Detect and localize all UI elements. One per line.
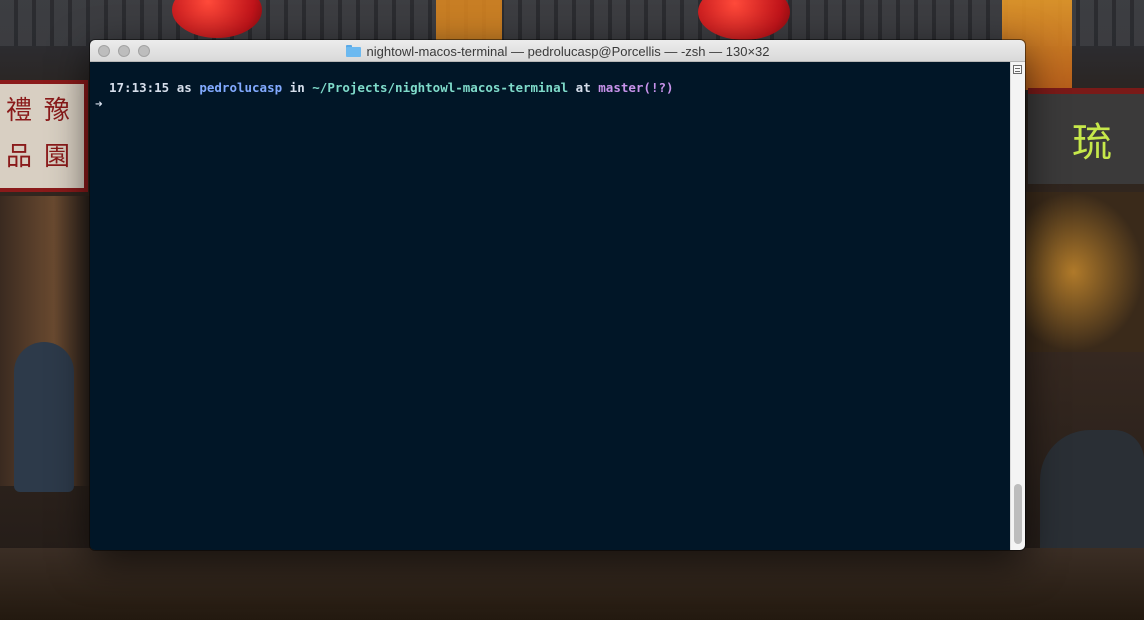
prompt-in: in <box>289 80 305 95</box>
folder-icon[interactable] <box>345 45 361 57</box>
prompt-line: 17:13:15 as pedrolucasp in ~/Projects/ni… <box>109 80 674 96</box>
sign-char: 禮 <box>6 96 33 126</box>
yellow-lantern <box>436 0 502 40</box>
prompt-arrow-icon: ➜ <box>95 96 103 111</box>
prompt-time: 17:13:15 <box>109 80 170 95</box>
title-bar[interactable]: nightowl-macos-terminal — pedrolucasp@Po… <box>90 40 1025 62</box>
input-line[interactable]: ➜ <box>95 96 103 112</box>
window-title-text: nightowl-macos-terminal — pedrolucasp@Po… <box>366 43 770 59</box>
sign-char: 園 <box>44 142 71 172</box>
sign-char: 品 <box>6 142 33 172</box>
split-pane-icon[interactable] <box>1013 65 1022 74</box>
sign-char: 豫 <box>44 96 71 126</box>
prompt-branch: master(!?) <box>598 80 674 95</box>
prompt-at: at <box>575 80 591 95</box>
prompt-path: ~/Projects/nightowl-macos-terminal <box>312 80 569 95</box>
prompt-as: as <box>176 80 192 95</box>
terminal-window[interactable]: nightowl-macos-terminal — pedrolucasp@Po… <box>90 40 1025 550</box>
person-silhouette <box>14 342 74 492</box>
terminal-content[interactable]: 17:13:15 as pedrolucasp in ~/Projects/ni… <box>90 62 1025 550</box>
sign-glyph: 琉 <box>1072 120 1112 166</box>
scrollbar-thumb[interactable] <box>1014 484 1022 544</box>
prompt-user: pedrolucasp <box>199 80 283 95</box>
vertical-scrollbar[interactable] <box>1010 62 1025 550</box>
shop-sign-left: 禮 豫 品 園 <box>0 80 88 192</box>
window-title: nightowl-macos-terminal — pedrolucasp@Po… <box>90 40 1025 62</box>
terminal-output[interactable]: 17:13:15 as pedrolucasp in ~/Projects/ni… <box>90 62 1010 550</box>
shop-front-right <box>1026 192 1144 352</box>
street-ground <box>0 548 1144 620</box>
